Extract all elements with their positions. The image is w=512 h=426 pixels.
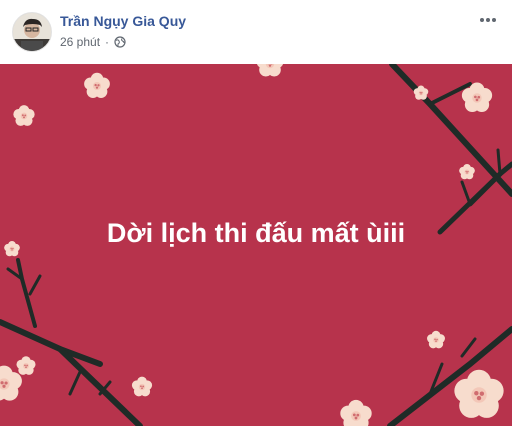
avatar-image: [13, 13, 51, 51]
author-avatar[interactable]: [12, 12, 52, 52]
post-header: Trần Ngụy Gia Quy 26 phút ·: [0, 0, 512, 64]
globe-icon[interactable]: [114, 36, 126, 48]
post-timestamp[interactable]: 26 phút: [60, 35, 100, 49]
post-image[interactable]: Dời lịch thi đấu mất ùiii: [0, 64, 512, 426]
post-image-text: Dời lịch thi đấu mất ùiii: [106, 218, 406, 248]
post-card: Trần Ngụy Gia Quy 26 phút · Dời lịch thi…: [0, 0, 512, 426]
post-meta: 26 phút ·: [60, 35, 126, 49]
meta-separator: ·: [105, 35, 110, 49]
more-options-icon[interactable]: [476, 10, 500, 30]
author-name[interactable]: Trần Ngụy Gia Quy: [60, 13, 186, 29]
